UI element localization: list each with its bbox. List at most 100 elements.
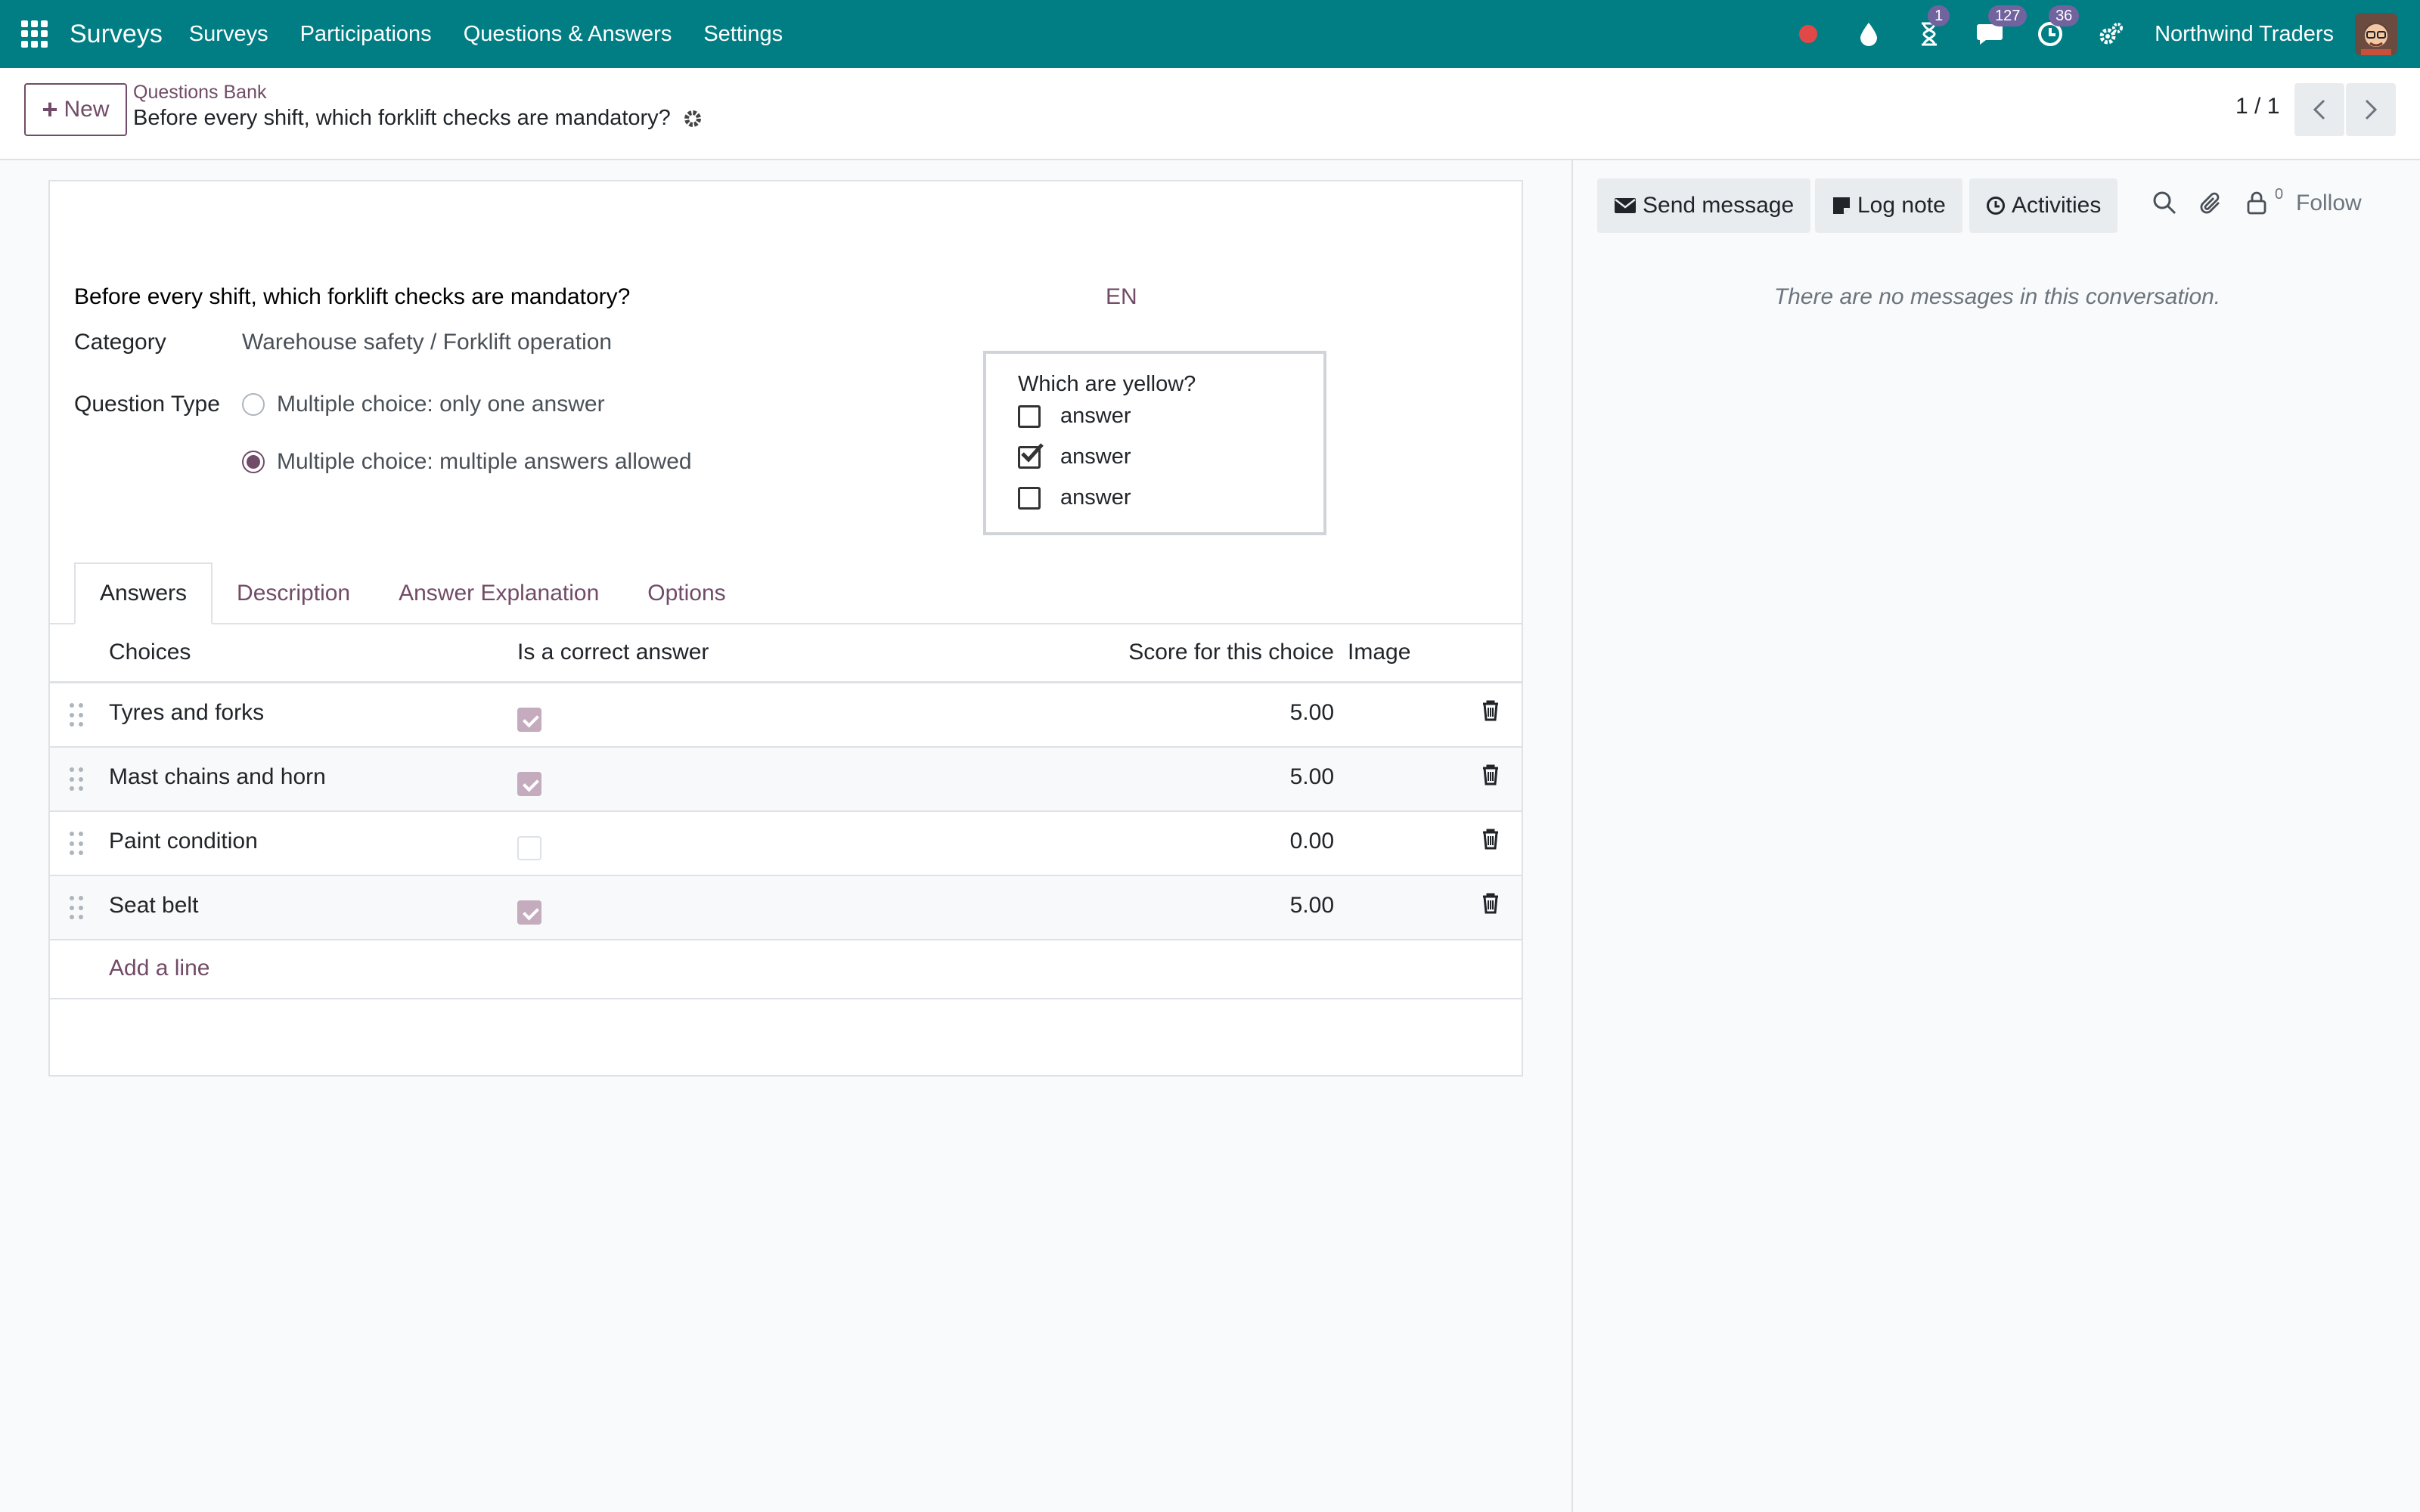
- question-type-label: Question Type: [74, 392, 220, 417]
- pager-next-button[interactable]: [2346, 83, 2396, 136]
- tab-answer-explanation[interactable]: Answer Explanation: [374, 562, 623, 624]
- correct-checkbox[interactable]: [517, 708, 541, 732]
- preview-question: Which are yellow?: [1018, 372, 1196, 396]
- drag-handle-icon[interactable]: [70, 703, 85, 729]
- add-line-row: Add a line: [50, 940, 1522, 999]
- log-note-button[interactable]: Log note: [1815, 178, 1962, 233]
- table-row[interactable]: Tyres and forks 5.00: [50, 683, 1522, 748]
- clock-badge: 36: [2049, 5, 2080, 26]
- new-button[interactable]: + New: [24, 83, 127, 136]
- pager-previous-button[interactable]: [2294, 83, 2344, 136]
- question-type-preview: Which are yellow? answer answer answer: [983, 351, 1326, 535]
- clock-icon: [1987, 197, 2005, 215]
- answers-table: Choices Is a correct answer Score for th…: [50, 624, 1522, 999]
- note-icon: [1833, 197, 1850, 214]
- activity-badge: 1: [1928, 5, 1950, 26]
- preview-option: answer: [1018, 442, 1131, 469]
- follow-button[interactable]: Follow: [2296, 191, 2362, 216]
- drag-handle-icon[interactable]: [70, 896, 85, 922]
- table-row[interactable]: Paint condition 0.00: [50, 812, 1522, 876]
- correct-checkbox[interactable]: [517, 900, 541, 925]
- header-image[interactable]: Image: [1348, 640, 1410, 665]
- radio-button-selected[interactable]: [242, 451, 265, 473]
- radio-multiple-answers[interactable]: Multiple choice: multiple answers allowe…: [242, 449, 692, 475]
- preview-option-label: answer: [1060, 404, 1131, 428]
- company-switcher[interactable]: Northwind Traders: [2155, 22, 2334, 47]
- breadcrumb-questions-bank[interactable]: Questions Bank: [133, 82, 267, 104]
- user-avatar[interactable]: [2355, 13, 2397, 55]
- record-title: Before every shift, which forklift check…: [133, 106, 703, 131]
- trash-icon[interactable]: [1482, 700, 1499, 727]
- drag-handle-icon[interactable]: [70, 767, 85, 793]
- gear-icon[interactable]: [683, 109, 703, 129]
- menu-settings[interactable]: Settings: [687, 22, 799, 47]
- choice-cell[interactable]: Paint condition: [109, 829, 258, 854]
- score-cell[interactable]: 0.00: [1290, 829, 1334, 854]
- table-header: Choices Is a correct answer Score for th…: [50, 624, 1522, 683]
- radio-multiple-answers-label: Multiple choice: multiple answers allowe…: [277, 449, 692, 474]
- preview-option: answer: [1018, 485, 1131, 510]
- language-button[interactable]: EN: [1106, 284, 1137, 310]
- tab-answers[interactable]: Answers: [74, 562, 213, 624]
- envelope-icon: [1615, 198, 1636, 213]
- score-cell[interactable]: 5.00: [1290, 764, 1334, 790]
- correct-checkbox[interactable]: [517, 836, 541, 860]
- header-choices[interactable]: Choices: [109, 640, 191, 665]
- control-panel: + New Questions Bank Before every shift,…: [0, 68, 2420, 160]
- activities-button[interactable]: Activities: [1969, 178, 2118, 233]
- settings-gears-icon[interactable]: [2097, 20, 2124, 48]
- radio-button[interactable]: [242, 393, 265, 416]
- clock-icon[interactable]: 36: [2037, 5, 2080, 48]
- empty-conversation-text: There are no messages in this conversati…: [1773, 284, 2221, 309]
- search-icon[interactable]: [2152, 191, 2176, 215]
- radio-single-answer[interactable]: Multiple choice: only one answer: [242, 392, 605, 417]
- app-brand[interactable]: Surveys: [70, 20, 163, 49]
- menu-surveys[interactable]: Surveys: [173, 22, 284, 47]
- question-title-field[interactable]: Before every shift, which forklift check…: [74, 284, 630, 310]
- drop-icon[interactable]: [1855, 20, 1882, 48]
- systray: 1 127 36 Northwind Traders: [1778, 0, 2420, 68]
- form-sheet: Before every shift, which forklift check…: [48, 180, 1523, 1077]
- choice-cell[interactable]: Seat belt: [109, 893, 198, 919]
- header-correct[interactable]: Is a correct answer: [517, 640, 709, 665]
- followers-count: 0: [2275, 186, 2284, 203]
- header-score[interactable]: Score for this choice: [1128, 640, 1334, 665]
- trash-icon[interactable]: [1482, 829, 1499, 856]
- record-title-text: Before every shift, which forklift check…: [133, 106, 671, 130]
- category-label: Category: [74, 330, 166, 355]
- pager-value[interactable]: 1 / 1: [2235, 94, 2279, 119]
- new-button-label: New: [64, 97, 110, 122]
- paperclip-icon[interactable]: [2199, 191, 2223, 216]
- plus-icon: +: [42, 94, 58, 125]
- top-navbar: Surveys Surveys Participations Questions…: [0, 0, 2420, 68]
- chat-icon[interactable]: 127: [1976, 5, 2028, 48]
- tab-options[interactable]: Options: [623, 562, 749, 624]
- hourglass-icon[interactable]: 1: [1916, 5, 1950, 48]
- trash-icon[interactable]: [1482, 764, 1499, 792]
- checkbox-icon: [1018, 404, 1041, 428]
- send-message-label: Send message: [1643, 193, 1795, 218]
- preview-option: answer: [1018, 404, 1131, 429]
- preview-option-label: answer: [1060, 485, 1131, 510]
- send-message-button[interactable]: Send message: [1597, 178, 1811, 233]
- menu-questions-answers[interactable]: Questions & Answers: [448, 22, 688, 47]
- tab-description[interactable]: Description: [213, 562, 374, 624]
- menu-participations[interactable]: Participations: [284, 22, 448, 47]
- checkbox-icon: [1018, 486, 1041, 510]
- lock-followers-icon[interactable]: [2246, 191, 2267, 215]
- table-row[interactable]: Seat belt 5.00: [50, 876, 1522, 940]
- app-menu-icon[interactable]: [21, 20, 48, 48]
- add-line-link[interactable]: Add a line: [109, 956, 209, 981]
- table-row[interactable]: Mast chains and horn 5.00: [50, 748, 1522, 812]
- chevron-right-icon: [2365, 99, 2378, 120]
- choice-cell[interactable]: Tyres and forks: [109, 700, 264, 726]
- drag-handle-icon[interactable]: [70, 832, 85, 857]
- preview-option-label: answer: [1060, 445, 1131, 469]
- score-cell[interactable]: 5.00: [1290, 893, 1334, 919]
- category-field[interactable]: Warehouse safety / Forklift operation: [242, 330, 612, 355]
- score-cell[interactable]: 5.00: [1290, 700, 1334, 726]
- record-dot-icon[interactable]: [1795, 20, 1822, 48]
- trash-icon[interactable]: [1482, 893, 1499, 920]
- choice-cell[interactable]: Mast chains and horn: [109, 764, 326, 790]
- correct-checkbox[interactable]: [517, 772, 541, 796]
